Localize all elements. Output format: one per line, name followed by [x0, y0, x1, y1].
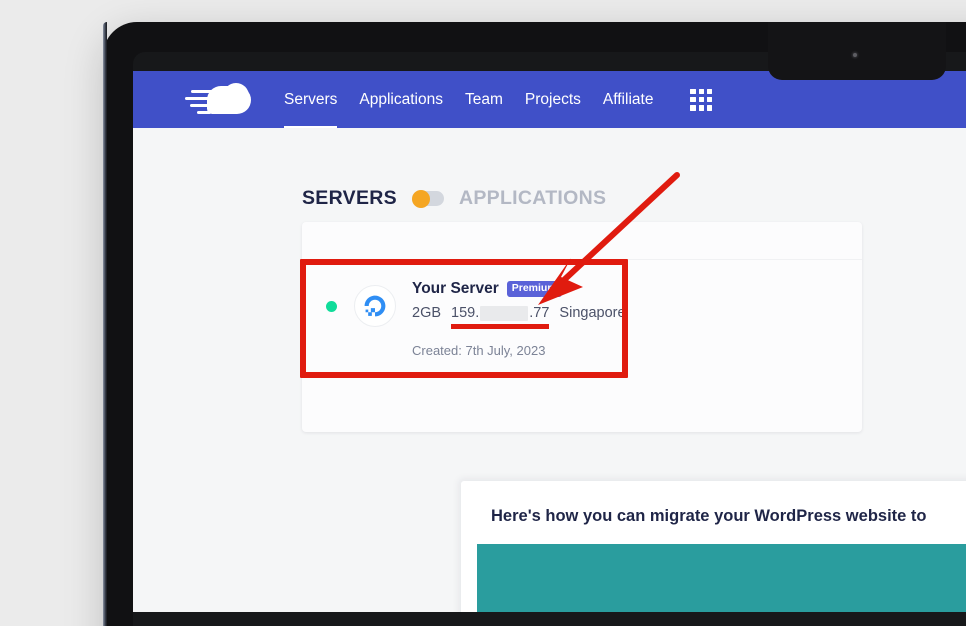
server-size: 2GB — [412, 305, 442, 321]
ip-redaction-block — [480, 305, 529, 321]
grid-cell — [698, 96, 705, 103]
grid-cell — [698, 105, 705, 111]
grid-cell — [698, 88, 705, 94]
card-header-strip — [302, 222, 862, 260]
servers-applications-toggle: SERVERS APPLICATIONS — [302, 187, 606, 210]
grid-cell — [690, 96, 696, 103]
server-created-date: Created: 7th July, 2023 — [412, 343, 546, 358]
server-ip-suffix: .77 — [529, 305, 550, 321]
page-body: SERVERS APPLICATIONS Your Server Premium… — [133, 128, 966, 626]
digitalocean-icon — [354, 285, 396, 327]
nav-item-applications[interactable]: Applications — [348, 71, 454, 128]
grid-cell — [707, 96, 713, 103]
laptop-camera-notch — [768, 22, 946, 80]
logo-cloud-bump — [223, 82, 249, 109]
grid-cell — [690, 105, 696, 111]
nav-item-team[interactable]: Team — [454, 71, 514, 128]
server-info: Your Server Premium 2GB 159. .77 Singapor… — [412, 280, 626, 358]
article-headline: Here's how you can migrate your WordPres… — [491, 507, 927, 525]
grid-cell — [707, 88, 713, 94]
server-ip-address: 159. .77 — [451, 305, 550, 329]
server-meta-row: 2GB 159. .77 Singapore — [412, 305, 626, 329]
apps-grid-icon[interactable] — [690, 88, 713, 111]
laptop-left-edge-highlight — [103, 22, 107, 626]
screen-bottom-bezel — [133, 612, 966, 626]
screenshot-canvas: Servers Applications Team Projects Affil… — [0, 0, 966, 626]
cloudways-logo-icon[interactable] — [185, 82, 251, 117]
screen-viewport: Servers Applications Team Projects Affil… — [133, 71, 966, 626]
server-title-row: Your Server Premium — [412, 280, 626, 298]
view-toggle-switch[interactable] — [411, 189, 444, 208]
toggle-label-applications[interactable]: APPLICATIONS — [459, 187, 606, 210]
server-list-card: Your Server Premium 2GB 159. .77 Singapor… — [302, 222, 862, 432]
toggle-label-servers[interactable]: SERVERS — [302, 187, 397, 210]
primary-navigation: Servers Applications Team Projects Affil… — [273, 71, 664, 128]
toggle-knob — [411, 189, 430, 208]
nav-item-projects[interactable]: Projects — [514, 71, 592, 128]
premium-badge: Premium — [506, 281, 562, 297]
webcam-dot-icon — [853, 53, 857, 57]
server-list-item[interactable]: Your Server Premium 2GB 159. .77 Singapor… — [302, 260, 862, 358]
server-ip-prefix: 159. — [451, 305, 480, 321]
server-name: Your Server — [412, 280, 499, 297]
server-status-dot-icon — [326, 301, 337, 312]
server-location: Singapore — [559, 305, 626, 321]
article-panel: Here's how you can migrate your WordPres… — [461, 481, 966, 626]
nav-item-affiliate[interactable]: Affiliate — [592, 71, 665, 128]
nav-item-servers[interactable]: Servers — [273, 71, 348, 128]
ip-red-underline-annotation — [451, 324, 550, 329]
grid-cell — [690, 88, 696, 94]
grid-cell — [707, 105, 713, 111]
